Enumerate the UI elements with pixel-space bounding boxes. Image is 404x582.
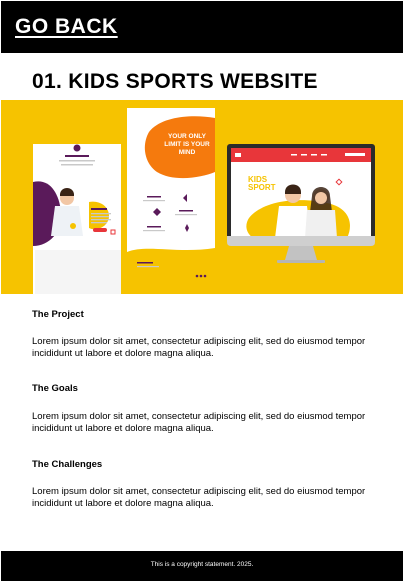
top-bar: GO BACK — [1, 1, 403, 53]
project-mockup-illustration: YOUR ONLY LIMIT IS YOUR MIND KIDS SPORT — [1, 100, 403, 294]
hero-slogan-line1: YOUR ONLY — [168, 133, 207, 140]
desktop-mockup: KIDS SPORT — [227, 144, 375, 263]
section-body-goals: Lorem ipsum dolor sit amet, consectetur … — [32, 411, 366, 434]
desktop-brand-line2: SPORT — [248, 183, 276, 192]
page-title: 01. KIDS SPORTS WEBSITE — [32, 70, 318, 93]
hero-slogan-line3: MIND — [179, 149, 196, 156]
copyright-text: This is a copyright statement. 2025. — [150, 561, 254, 568]
mobile-mockup-middle: YOUR ONLY LIMIT IS YOUR MIND — [127, 108, 215, 286]
section-body-project: Lorem ipsum dolor sit amet, consectetur … — [32, 336, 366, 359]
section-heading-goals: The Goals — [32, 383, 78, 394]
hero-slogan-line2: LIMIT IS YOUR — [164, 141, 210, 148]
section-heading-project: The Project — [32, 309, 84, 320]
section-body-challenges: Lorem ipsum dolor sit amet, consectetur … — [32, 486, 366, 509]
footer: This is a copyright statement. 2025. — [1, 551, 403, 581]
mobile-mockup-left — [33, 144, 121, 294]
hero-image: YOUR ONLY LIMIT IS YOUR MIND KIDS SPORT — [1, 100, 403, 294]
go-back-link[interactable]: GO BACK — [15, 15, 118, 39]
section-heading-challenges: The Challenges — [32, 459, 103, 470]
